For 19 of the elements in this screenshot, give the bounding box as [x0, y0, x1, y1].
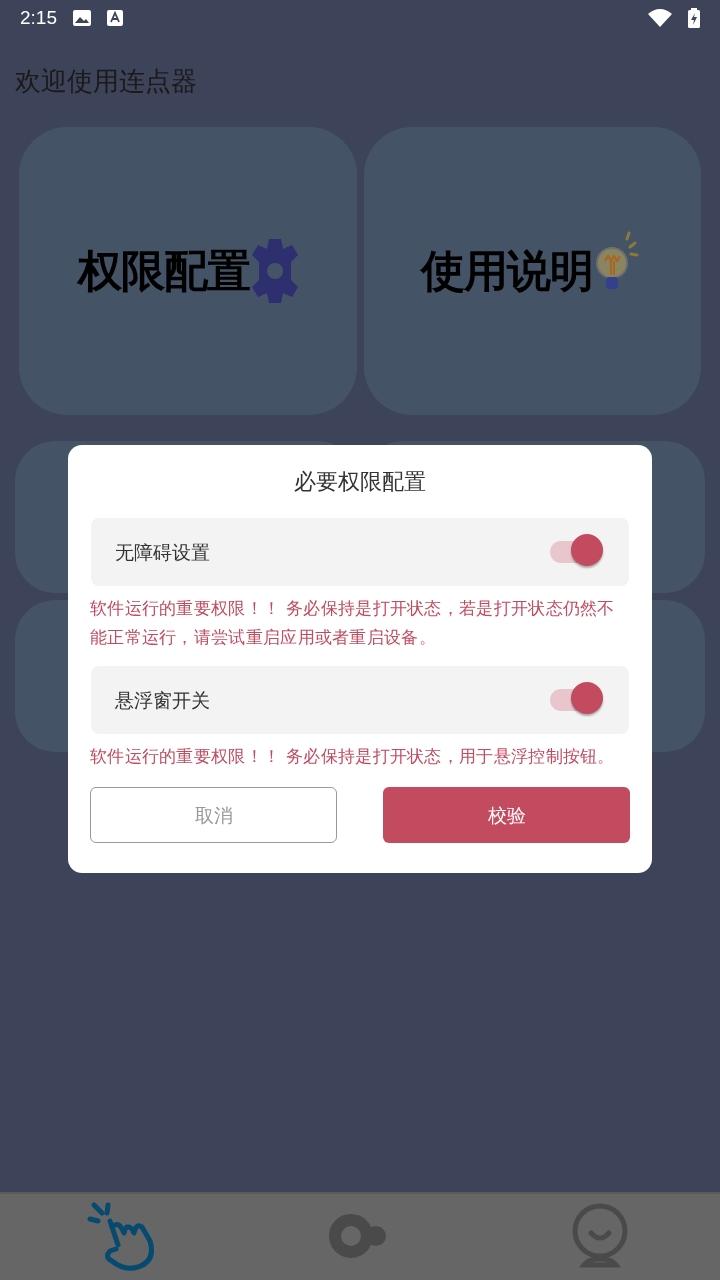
image-icon: [73, 10, 91, 26]
menu-card[interactable]: 使用说明: [363, 127, 701, 415]
menu-card[interactable]: 权限配置: [19, 127, 357, 415]
permission-note: 软件运行的重要权限！！ 务必保持是打开状态，用于悬浮控制按钮。: [90, 745, 616, 768]
cancel-button[interactable]: 取消: [90, 787, 337, 843]
face-icon[interactable]: [570, 1203, 630, 1271]
page-title: 欢迎使用连点器: [15, 66, 197, 96]
card-label: 使用说明: [421, 244, 594, 298]
permission-note: 软件运行的重要权限！！ 务必保持是打开状态，若是打开状态仍然不能正常运行，请尝试重启应用或者重启设备。: [90, 597, 616, 649]
battery-icon: [688, 8, 700, 28]
verify-button[interactable]: 校验: [383, 787, 630, 843]
text-icon: [107, 10, 123, 26]
gear-icon: [251, 237, 298, 305]
wifi-icon: [648, 9, 672, 27]
card-label: 权限配置: [77, 244, 250, 298]
status-time: 2:15: [20, 5, 57, 30]
dialog-title: 必要权限配置: [294, 468, 426, 496]
permission-label: 无障碍设置: [115, 539, 211, 565]
permission-label: 悬浮窗开关: [115, 687, 211, 713]
